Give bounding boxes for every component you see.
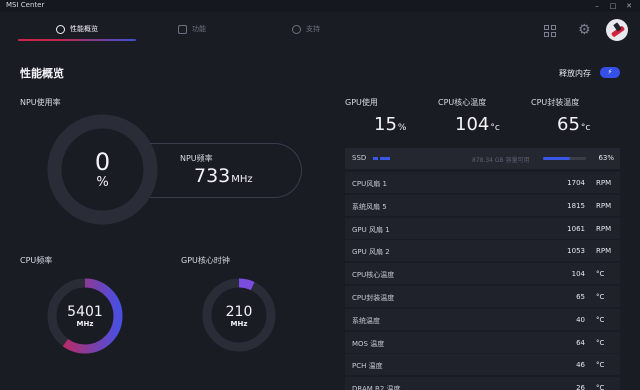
- close-icon[interactable]: ✕: [622, 0, 636, 12]
- cpu-frequency-label: CPU频率: [20, 256, 53, 265]
- cpu-frequency-value: 5401: [67, 304, 103, 320]
- sensor-name: CPU风扇 1: [352, 180, 387, 188]
- sensor-unit: RPM: [596, 179, 612, 187]
- sensor-unit: °C: [596, 315, 605, 324]
- sensor-name: DRAM B2 温度: [352, 385, 401, 390]
- npu-frequency-label: NPU频率: [180, 154, 213, 163]
- sensor-name: 系统温度: [352, 316, 380, 325]
- sensor-unit: °C: [596, 270, 605, 279]
- sensor-value: 1815: [567, 201, 585, 210]
- sensor-row: CPU风扇 1 1704 RPM: [345, 172, 620, 194]
- gpu-clock-label: GPU核心时钟: [181, 256, 230, 265]
- stat-label: GPU使用: [345, 98, 378, 107]
- sensor-value: 1704: [567, 179, 585, 187]
- stat-cpu-package-temp: CPU封装温度: [531, 97, 579, 108]
- sensor-value: 46: [576, 361, 585, 370]
- stat-gpu-usage: GPU使用: [345, 97, 378, 108]
- sensor-row: GPU 风扇 2 1053 RPM: [345, 240, 620, 263]
- ssd-name: SSD: [352, 154, 367, 162]
- stat-unit: %: [397, 123, 407, 133]
- tab-label: 支持: [306, 25, 320, 33]
- avatar[interactable]: [606, 19, 628, 41]
- sensor-name: PCH 温度: [352, 362, 383, 371]
- sensor-name: CPU核心温度: [352, 271, 395, 280]
- sensor-name: CPU封装温度: [352, 294, 395, 302]
- sensor-table: SSD 878.34 GB 容量可用 63% CPU风扇 1 1704 RPM 系统风…: [345, 148, 620, 390]
- sensor-name: 系统风扇 5: [352, 202, 387, 211]
- grid-layout-icon[interactable]: [544, 25, 556, 37]
- sensor-name: MOS 温度: [352, 339, 385, 348]
- sensor-unit: °C: [596, 293, 605, 301]
- sensor-value: 1053: [567, 247, 585, 256]
- page-title: 性能概览: [20, 67, 64, 80]
- active-tab-indicator: [18, 39, 136, 41]
- stat-gpu-usage-value: 15%: [374, 116, 406, 137]
- ssd-percent: 63%: [598, 154, 614, 162]
- tab-label: 功能: [192, 25, 206, 33]
- npu-frequency-unit: MHz: [231, 174, 253, 185]
- tab-support[interactable]: 支持: [292, 21, 320, 37]
- stat-unit: °c: [580, 123, 591, 133]
- sensor-row: DRAM B2 温度 26 °C: [345, 377, 620, 390]
- cpu-frequency-unit: MHz: [76, 320, 94, 328]
- sensor-row: CPU核心温度 104 °C: [345, 263, 620, 286]
- npu-frequency-value: 733MHz: [194, 166, 253, 190]
- title-bar: MSI Center – □ ✕: [0, 0, 640, 12]
- tab-features[interactable]: 功能: [178, 21, 206, 37]
- gpu-clock-unit: MHz: [230, 320, 248, 328]
- stat-label: CPU封装温度: [531, 98, 580, 107]
- sensor-name: GPU 风扇 1: [352, 225, 390, 234]
- npu-usage-unit: %: [96, 175, 109, 190]
- gear-icon[interactable]: ⚙: [578, 23, 592, 37]
- npu-frequency-number: 733: [194, 165, 231, 187]
- ssd-mini-bar: [373, 157, 391, 160]
- sensor-unit: RPM: [596, 224, 612, 233]
- sensor-unit: °C: [596, 361, 605, 370]
- sensor-value: 40: [576, 315, 585, 324]
- sensor-unit: RPM: [596, 201, 612, 210]
- npu-usage-label: NPU使用率: [20, 98, 61, 107]
- ssd-capacity: 878.34 GB 容量可用: [472, 157, 530, 164]
- sensor-name: GPU 风扇 2: [352, 248, 390, 257]
- minimize-icon[interactable]: –: [590, 0, 604, 12]
- sensor-row: 系统风扇 5 1815 RPM: [345, 194, 620, 217]
- tab-performance-overview[interactable]: 性能概览: [56, 21, 98, 37]
- sensor-unit: °C: [596, 384, 605, 390]
- npu-usage-value: 0: [94, 148, 111, 176]
- sensor-row: CPU封装温度 65 °C: [345, 286, 620, 308]
- sensor-unit: °C: [596, 338, 605, 347]
- feature-icon: [178, 24, 187, 34]
- stat-label: CPU核心温度: [438, 98, 487, 107]
- sensor-row: GPU 风扇 1 1061 RPM: [345, 217, 620, 240]
- lightning-icon: ⚡: [607, 68, 613, 76]
- sensor-unit: RPM: [596, 247, 612, 256]
- stat-cpu-core-temp: CPU核心温度: [438, 97, 486, 108]
- release-memory-label: 释放内存: [559, 69, 591, 78]
- stat-unit: °c: [490, 123, 500, 133]
- ssd-usage-bar: [543, 157, 586, 160]
- release-memory-button[interactable]: ⚡: [600, 67, 620, 78]
- sensor-value: 64: [576, 338, 585, 347]
- sensor-row: 系统温度 40 °C: [345, 308, 620, 331]
- maximize-icon[interactable]: □: [606, 0, 620, 12]
- sensor-value: 104: [571, 270, 585, 279]
- sensor-value: 26: [576, 384, 585, 390]
- sensor-value: 1061: [567, 224, 585, 233]
- stat-number: 65: [557, 114, 580, 135]
- stat-cpu-package-temp-value: 65°c: [557, 116, 590, 137]
- tab-label: 性能概览: [70, 25, 98, 33]
- sensor-value: 65: [576, 293, 585, 301]
- stat-number: 104: [455, 114, 490, 135]
- app-title: MSI Center: [6, 1, 45, 9]
- sensor-row: MOS 温度 64 °C: [345, 331, 620, 354]
- ssd-row: SSD 878.34 GB 容量可用 63%: [345, 148, 620, 169]
- stat-cpu-core-temp-value: 104°c: [455, 116, 500, 137]
- stat-number: 15: [374, 114, 397, 135]
- ssd-usage-fill: [543, 157, 571, 160]
- sensor-row: PCH 温度 46 °C: [345, 354, 620, 377]
- support-icon: [292, 24, 301, 34]
- gauge-icon: [56, 24, 65, 34]
- gpu-clock-value: 210: [225, 304, 253, 320]
